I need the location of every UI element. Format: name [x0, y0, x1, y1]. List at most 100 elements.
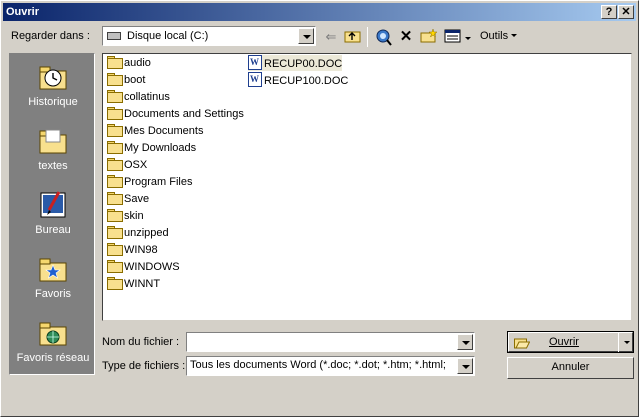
look-in-value: Disque local (C:): [127, 30, 209, 42]
filename-input[interactable]: [186, 332, 475, 352]
place-textes[interactable]: textes: [10, 124, 96, 184]
open-button[interactable]: Ouvrir: [507, 331, 634, 353]
folder-name: collatinus: [124, 91, 170, 103]
folder-icon: [106, 157, 123, 171]
folder-icon: [106, 276, 123, 290]
folder-icon: [106, 208, 123, 222]
folder-icon: [37, 126, 69, 156]
filetype-dropdown[interactable]: Tous les documents Word (*.doc; *.dot; *…: [186, 356, 475, 376]
delete-icon[interactable]: ✕: [396, 28, 416, 46]
title-bar[interactable]: Ouvrir ? ✕: [3, 3, 636, 21]
list-item[interactable]: Mes Documents: [106, 123, 203, 139]
filename-label: Nom du fichier :: [102, 336, 180, 348]
open-button-separator: [618, 333, 619, 352]
list-item[interactable]: audio: [106, 55, 151, 71]
filetype-label: Type de fichiers :: [102, 360, 186, 372]
folder-icon: [106, 55, 123, 69]
place-label: Favoris réseau: [16, 352, 90, 364]
folder-name: WINDOWS: [124, 261, 180, 273]
open-options-arrow[interactable]: [624, 341, 630, 344]
list-item[interactable]: W RECUP00.DOC: [248, 55, 343, 71]
folder-icon: [106, 89, 123, 103]
word-doc-icon: W: [248, 55, 262, 70]
file-name: RECUP00.DOC: [264, 58, 343, 70]
filename-dropdown-button[interactable]: [457, 334, 473, 350]
folder-name: audio: [124, 57, 151, 69]
list-item[interactable]: W RECUP100.DOC: [248, 72, 348, 88]
look-in-dropdown-button[interactable]: [298, 28, 314, 44]
folder-name: WINNT: [124, 278, 161, 290]
list-item[interactable]: My Downloads: [106, 140, 196, 156]
drive-icon: [107, 32, 121, 40]
desktop-icon: [37, 190, 69, 220]
folder-icon: [106, 191, 123, 205]
look-in-dropdown[interactable]: Disque local (C:): [102, 26, 316, 46]
folder-name: unzipped: [124, 227, 169, 239]
place-desktop[interactable]: Bureau: [10, 188, 96, 248]
open-button-face: Ouvrir: [508, 332, 633, 352]
word-doc-icon: W: [248, 72, 262, 87]
file-name: RECUP100.DOC: [264, 75, 349, 87]
places-bar: Historique textes Bureau Favoris Favoris…: [9, 53, 95, 375]
toolbar-separator: [367, 27, 368, 47]
list-item[interactable]: WINDOWS: [106, 259, 180, 275]
open-dialog: Ouvrir ? ✕ Regarder dans : Disque local …: [0, 0, 639, 417]
dialog-title: Ouvrir: [6, 6, 40, 18]
place-history[interactable]: Historique: [10, 60, 96, 120]
list-item[interactable]: OSX: [106, 157, 147, 173]
close-button[interactable]: ✕: [618, 5, 634, 19]
place-label: textes: [38, 160, 68, 172]
filetype-dropdown-button[interactable]: [457, 358, 473, 374]
folder-icon: [106, 140, 123, 154]
list-item[interactable]: boot: [106, 72, 145, 88]
history-icon: [37, 62, 69, 92]
folder-name: Save: [124, 193, 150, 205]
folder-name: Mes Documents: [124, 125, 204, 137]
folder-name: OSX: [124, 159, 148, 171]
list-item[interactable]: Documents and Settings: [106, 106, 244, 122]
favorites-icon: [37, 254, 69, 284]
folder-icon: [106, 72, 123, 86]
list-item[interactable]: unzipped: [106, 225, 169, 241]
list-item[interactable]: Save: [106, 191, 149, 207]
place-favorites[interactable]: Favoris: [10, 252, 96, 312]
list-item[interactable]: WINNT: [106, 276, 160, 292]
place-label: Favoris: [34, 288, 72, 300]
open-folder-icon: [514, 336, 531, 349]
folder-name: My Downloads: [124, 142, 197, 154]
list-item[interactable]: Program Files: [106, 174, 192, 190]
folder-icon: [106, 225, 123, 239]
folder-icon: [106, 242, 123, 256]
place-label: Bureau: [35, 224, 71, 236]
folder-icon: [106, 174, 123, 188]
list-item[interactable]: collatinus: [106, 89, 170, 105]
list-item[interactable]: WIN98: [106, 242, 158, 258]
folder-name: WIN98: [124, 244, 158, 256]
network-favorites-icon: [37, 318, 69, 348]
up-folder-icon[interactable]: [343, 28, 363, 46]
folder-icon: [106, 123, 123, 137]
folder-icon: [106, 106, 123, 120]
folder-name: skin: [124, 210, 144, 222]
filetype-value: Tous les documents Word (*.doc; *.dot; *…: [190, 359, 446, 371]
folder-name: boot: [124, 74, 146, 86]
tools-dropdown-arrow: [511, 34, 518, 37]
help-button[interactable]: ?: [601, 5, 617, 19]
file-list[interactable]: audio boot collatinus Documents and Sett…: [102, 53, 632, 321]
tools-label: Outils: [480, 30, 509, 42]
views-dropdown-arrow[interactable]: [465, 37, 471, 40]
cancel-button[interactable]: Annuler: [507, 357, 634, 379]
folder-name: Program Files: [124, 176, 193, 188]
look-in-label: Regarder dans :: [11, 30, 90, 42]
back-icon[interactable]: ⇐: [321, 28, 341, 46]
folder-icon: [106, 259, 123, 273]
list-item[interactable]: skin: [106, 208, 144, 224]
search-web-icon[interactable]: [373, 28, 393, 46]
tools-menu[interactable]: Outils: [480, 30, 518, 42]
place-label: Historique: [28, 96, 78, 108]
open-button-label: Ouvrir: [549, 336, 579, 348]
place-network-favorites[interactable]: Favoris réseau: [10, 316, 96, 376]
views-icon[interactable]: [443, 28, 463, 46]
new-folder-icon[interactable]: [419, 28, 439, 46]
folder-name: Documents and Settings: [124, 108, 244, 120]
